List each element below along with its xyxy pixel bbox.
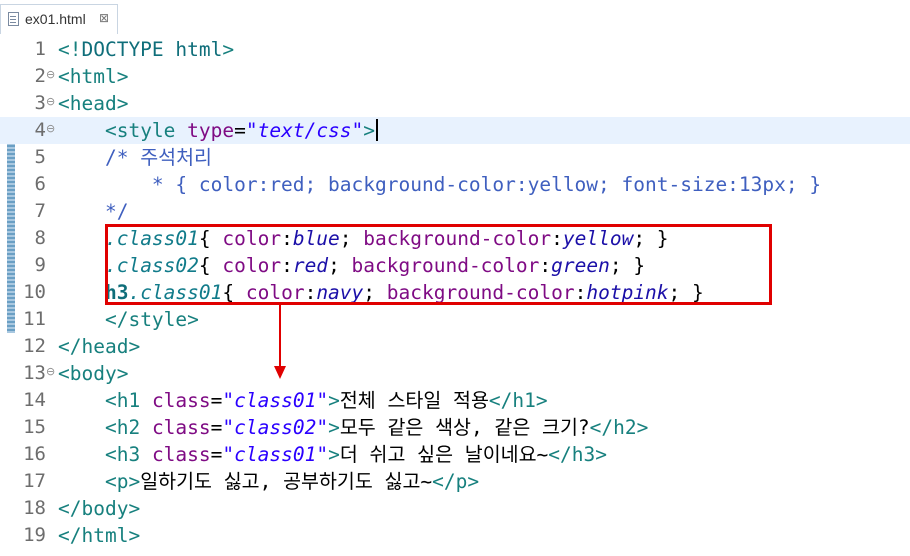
code-line: 2 ⊖ <html> bbox=[0, 63, 910, 90]
text-caret bbox=[376, 119, 379, 141]
tab-label: ex01.html bbox=[25, 11, 86, 27]
line-number: 3 bbox=[34, 92, 46, 114]
line-number: 15 bbox=[23, 416, 46, 438]
line-number: 10 bbox=[23, 281, 46, 303]
code-line: 15 <h2 class="class02">모두 같은 색상, 같은 크기?<… bbox=[0, 414, 910, 441]
line-number: 5 bbox=[34, 146, 46, 168]
highlight-box bbox=[105, 224, 772, 305]
line-number: 16 bbox=[23, 443, 46, 465]
line-number: 2 bbox=[34, 65, 46, 87]
line-number: 4 bbox=[34, 119, 46, 141]
fold-toggle-icon[interactable]: ⊖ bbox=[46, 365, 55, 378]
line-number: 7 bbox=[34, 200, 46, 222]
code-line: 13 ⊖ <body> bbox=[0, 360, 910, 387]
line-number: 8 bbox=[34, 227, 46, 249]
line-number: 14 bbox=[23, 389, 46, 411]
line-number: 13 bbox=[23, 362, 46, 384]
code-line: 7 */ bbox=[0, 198, 910, 225]
fold-toggle-icon[interactable]: ⊖ bbox=[46, 95, 55, 108]
line-number: 18 bbox=[23, 497, 46, 519]
close-icon[interactable]: ⊠ bbox=[99, 11, 109, 25]
line-number: 9 bbox=[34, 254, 46, 276]
code-line: 3 ⊖ <head> bbox=[0, 90, 910, 117]
code-line-current: 4 ⊖ <style type="text/css"> bbox=[0, 117, 910, 144]
line-number: 11 bbox=[23, 308, 46, 330]
annotation-arrow bbox=[279, 305, 281, 367]
code-line: 16 <h3 class="class01">더 쉬고 싶은 날이네요~</h3… bbox=[0, 441, 910, 468]
line-number: 19 bbox=[23, 524, 46, 546]
code-line: 17 <p>일하기도 싫고, 공부하기도 싫고~</p> bbox=[0, 468, 910, 495]
editor-tab-bar: ex01.html ⊠ bbox=[0, 0, 910, 37]
tab-ex01-html[interactable]: ex01.html ⊠ bbox=[0, 4, 118, 34]
code-line: 19 </html> bbox=[0, 522, 910, 549]
code-line: 12 </head> bbox=[0, 333, 910, 360]
line-number: 17 bbox=[23, 470, 46, 492]
code-line: 14 <h1 class="class01">전체 스타일 적용</h1> bbox=[0, 387, 910, 414]
fold-toggle-icon[interactable]: ⊖ bbox=[46, 68, 55, 81]
code-line: 18 </body> bbox=[0, 495, 910, 522]
code-line: 11 </style> bbox=[0, 306, 910, 333]
arrow-head-icon bbox=[274, 366, 286, 379]
code-line: 1 <!DOCTYPE html> bbox=[0, 36, 910, 63]
code-line: 6 * { color:red; background-color:yellow… bbox=[0, 171, 910, 198]
html-file-icon bbox=[8, 12, 19, 26]
code-line: 5 /* 주석처리 bbox=[0, 144, 910, 171]
line-number: 6 bbox=[34, 173, 46, 195]
line-number: 12 bbox=[23, 335, 46, 357]
line-number: 1 bbox=[34, 38, 46, 60]
fold-toggle-icon[interactable]: ⊖ bbox=[46, 122, 55, 135]
